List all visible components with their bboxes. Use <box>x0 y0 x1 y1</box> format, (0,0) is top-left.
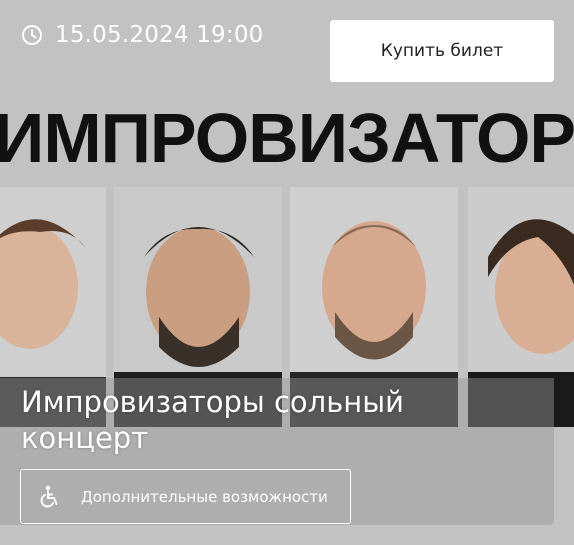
buy-ticket-button[interactable]: Купить билет <box>330 20 554 82</box>
poster-banner-text: ИМПРОВИЗАТОР <box>0 99 574 177</box>
event-card[interactable]: 15.05.2024 19:00 Купить билет ИМПРОВИЗАТ… <box>0 0 574 545</box>
accessibility-options-button[interactable]: Дополнительные возможности <box>20 469 351 524</box>
wheelchair-icon <box>40 485 58 507</box>
accessibility-label: Дополнительные возможности <box>81 487 328 506</box>
clock-icon <box>22 25 42 45</box>
event-title[interactable]: Импровизаторы сольный концерт <box>21 384 481 456</box>
event-datetime: 15.05.2024 19:00 <box>21 22 263 48</box>
datetime-text: 15.05.2024 19:00 <box>55 22 264 48</box>
